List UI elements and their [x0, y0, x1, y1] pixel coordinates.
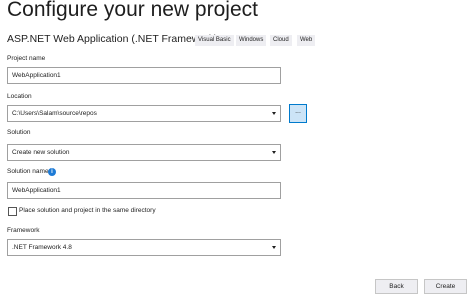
- page-title: Configure your new project: [7, 0, 258, 21]
- browse-button[interactable]: ...: [289, 104, 307, 123]
- chevron-down-icon[interactable]: [272, 246, 276, 249]
- chevron-down-icon[interactable]: [272, 112, 276, 115]
- project-name-input[interactable]: WebApplication1: [7, 67, 281, 84]
- back-button[interactable]: Back: [375, 279, 418, 294]
- same-directory-label[interactable]: Place solution and project in the same d…: [19, 207, 156, 214]
- location-label: Location: [7, 93, 32, 100]
- tag-web: Web: [297, 35, 316, 46]
- tag-cloud: Cloud: [270, 35, 292, 46]
- solution-name-label: Solution name: [7, 168, 49, 175]
- location-combo[interactable]: C:\Users\Salam\source\repos: [7, 105, 281, 122]
- solution-select[interactable]: Create new solution: [7, 144, 281, 161]
- location-value: C:\Users\Salam\source\repos: [12, 110, 97, 117]
- create-button[interactable]: Create: [424, 279, 467, 294]
- chevron-down-icon[interactable]: [272, 151, 276, 154]
- tag-visual-basic: Visual Basic: [195, 35, 234, 46]
- solution-value: Create new solution: [12, 149, 70, 156]
- framework-value: .NET Framework 4.8: [12, 244, 72, 251]
- framework-label: Framework: [7, 227, 40, 234]
- project-name-label: Project name: [7, 55, 46, 62]
- solution-name-input[interactable]: WebApplication1: [7, 182, 281, 199]
- framework-select[interactable]: .NET Framework 4.8: [7, 239, 281, 256]
- same-directory-checkbox[interactable]: [8, 207, 17, 216]
- info-icon[interactable]: i: [48, 168, 56, 176]
- tag-windows: Windows: [236, 35, 267, 46]
- solution-label: Solution: [7, 129, 31, 136]
- project-type-name: ASP.NET Web Application (.NET Framework): [7, 33, 218, 45]
